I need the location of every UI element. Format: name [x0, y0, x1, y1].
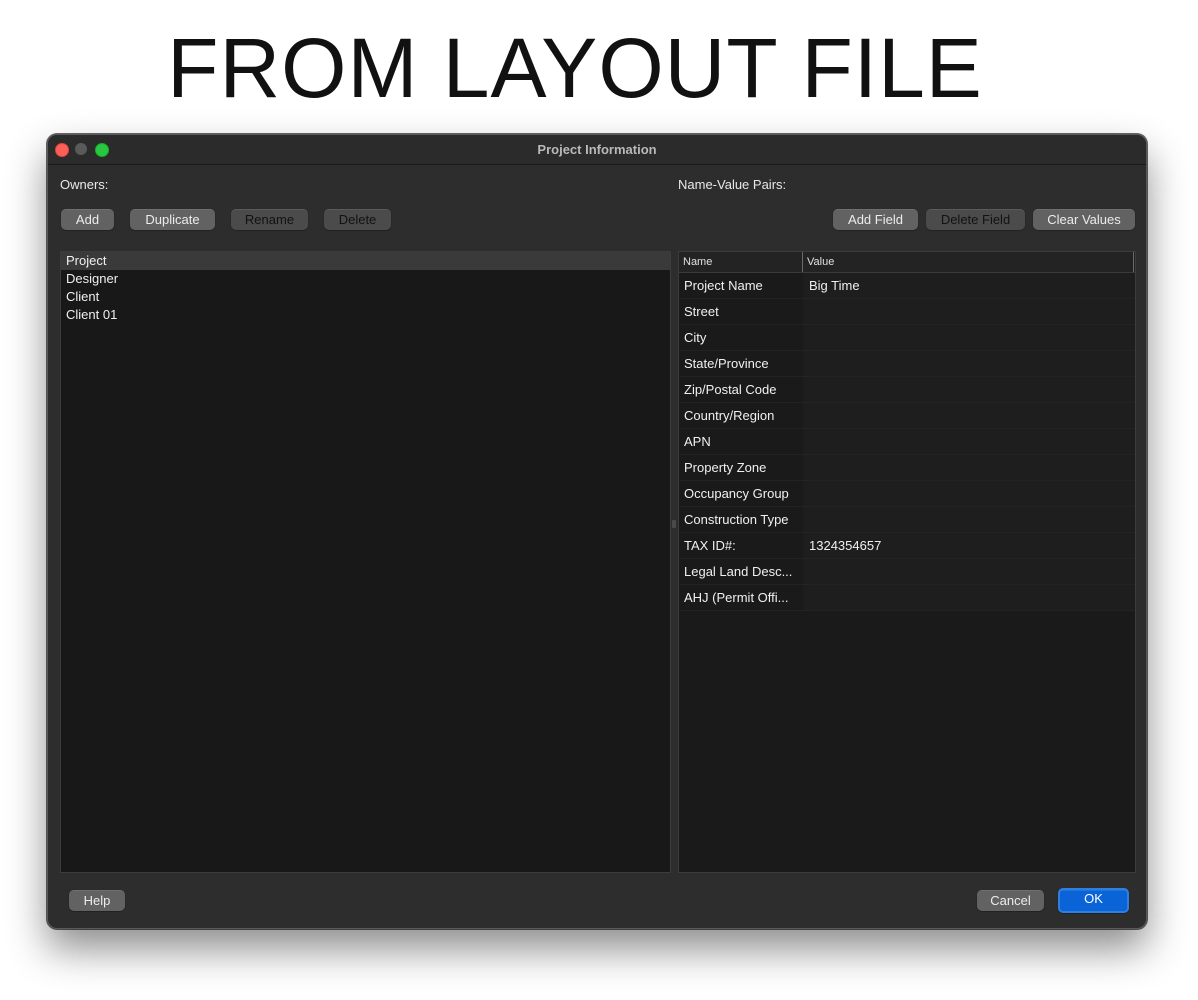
table-row[interactable]: Street [679, 299, 1135, 325]
field-value[interactable]: 1324354657 [803, 533, 1135, 558]
name-value-pairs-label: Name-Value Pairs: [678, 177, 787, 192]
name-column-header[interactable]: Name [679, 252, 803, 272]
field-value[interactable] [803, 403, 1135, 428]
field-name: Project Name [684, 278, 763, 293]
table-row[interactable]: Occupancy Group [679, 481, 1135, 507]
owners-label: Owners: [60, 177, 109, 192]
field-name: AHJ (Permit Offi... [684, 590, 789, 605]
table-row[interactable]: Construction Type [679, 507, 1135, 533]
field-value[interactable] [803, 585, 1135, 610]
field-name: Street [684, 304, 719, 319]
table-row[interactable]: Legal Land Desc... [679, 559, 1135, 585]
table-row[interactable]: TAX ID#: 1324354657 [679, 533, 1135, 559]
field-name: APN [684, 434, 711, 449]
window-title: Project Information [537, 142, 657, 157]
table-row[interactable]: AHJ (Permit Offi... [679, 585, 1135, 611]
delete-owner-button[interactable]: Delete [324, 209, 391, 230]
field-name: Occupancy Group [684, 486, 789, 501]
name-value-table[interactable]: Name Value Project Name Big Time Street … [678, 251, 1136, 873]
field-name: Zip/Postal Code [684, 382, 777, 397]
value-column-header[interactable]: Value [803, 252, 1134, 272]
cancel-button[interactable]: Cancel [977, 890, 1044, 911]
owner-item-designer[interactable]: Designer [61, 270, 670, 288]
rename-owner-button[interactable]: Rename [231, 209, 308, 230]
field-value[interactable] [803, 481, 1135, 506]
ok-button[interactable]: OK [1058, 888, 1129, 913]
field-name: City [684, 330, 707, 345]
field-value[interactable] [803, 351, 1135, 376]
field-value[interactable] [803, 507, 1135, 532]
table-row[interactable]: Property Zone [679, 455, 1135, 481]
table-row[interactable]: State/Province [679, 351, 1135, 377]
table-row[interactable]: Zip/Postal Code [679, 377, 1135, 403]
title-bar[interactable]: Project Information [48, 135, 1146, 165]
duplicate-owner-button[interactable]: Duplicate [130, 209, 215, 230]
field-name: Property Zone [684, 460, 767, 475]
owner-item-client-01[interactable]: Client 01 [61, 306, 670, 324]
headline: FROM LAYOUT FILE [167, 21, 983, 115]
clear-values-button[interactable]: Clear Values [1033, 209, 1135, 230]
delete-field-button[interactable]: Delete Field [926, 209, 1025, 230]
add-field-button[interactable]: Add Field [833, 209, 918, 230]
project-information-dialog: Project Information Owners: Name-Value P… [47, 134, 1147, 929]
table-row[interactable]: APN [679, 429, 1135, 455]
table-row[interactable]: Country/Region [679, 403, 1135, 429]
field-name: State/Province [684, 356, 769, 371]
table-row[interactable]: Project Name Big Time [679, 273, 1135, 299]
field-name: Legal Land Desc... [684, 564, 793, 579]
owner-item-project[interactable]: Project [61, 252, 670, 270]
split-view-divider[interactable] [672, 520, 676, 528]
field-value[interactable] [803, 299, 1135, 324]
field-name: Construction Type [684, 512, 789, 527]
help-button[interactable]: Help [69, 890, 125, 911]
field-value[interactable] [803, 455, 1135, 480]
field-name: TAX ID#: [684, 538, 736, 553]
table-row[interactable]: City [679, 325, 1135, 351]
field-value[interactable] [803, 559, 1135, 584]
field-value[interactable] [803, 325, 1135, 350]
field-name: Country/Region [684, 408, 775, 423]
owners-list[interactable]: Project Designer Client Client 01 [60, 251, 671, 873]
field-value[interactable] [803, 377, 1135, 402]
field-value[interactable] [803, 429, 1135, 454]
add-owner-button[interactable]: Add [61, 209, 114, 230]
field-value[interactable]: Big Time [803, 273, 1135, 298]
owner-item-client[interactable]: Client [61, 288, 670, 306]
table-header: Name Value [679, 252, 1135, 273]
